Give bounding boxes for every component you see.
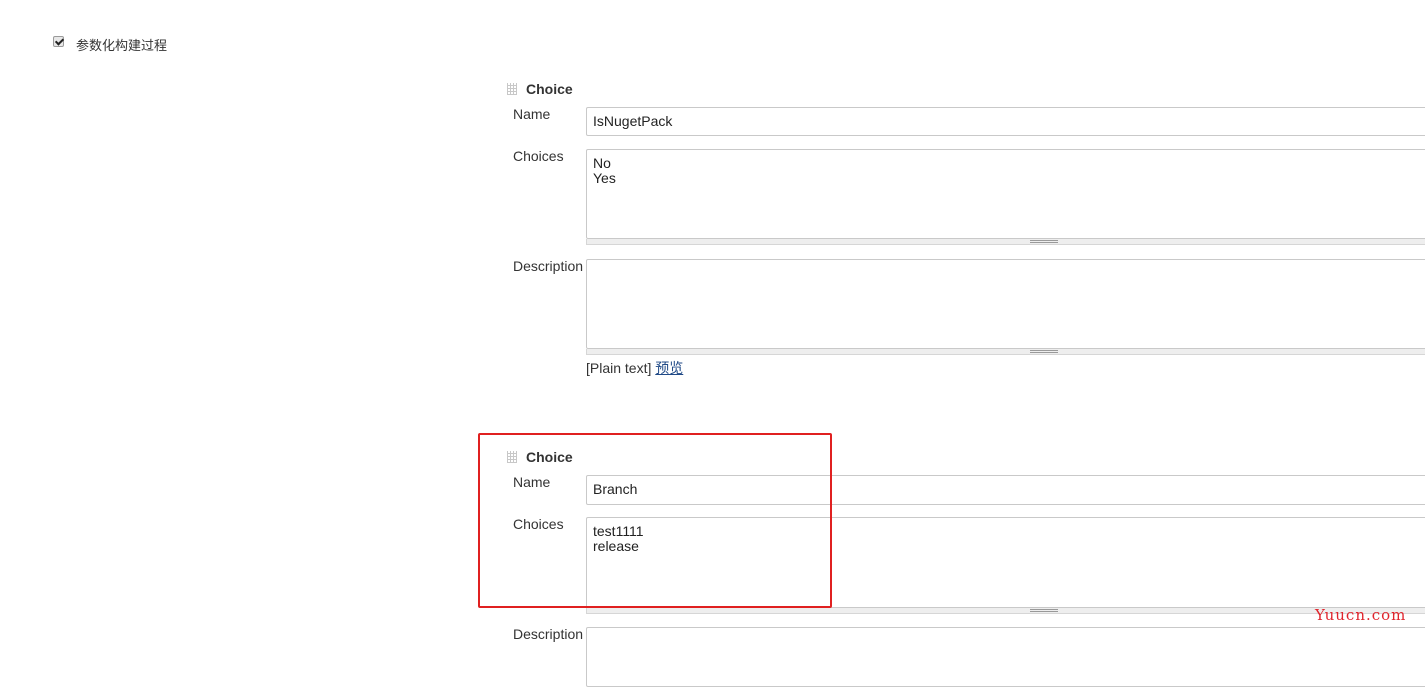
parameterized-build-label: 参数化构建过程 [76,38,168,53]
plain-text-label: [Plain text] [586,360,652,376]
textarea-resize-handle[interactable] [586,239,1425,245]
textarea-resize-handle[interactable] [586,608,1425,614]
description-label: Description [513,258,584,274]
format-hint: [Plain text] 预览 [586,358,683,378]
description-textarea[interactable] [586,627,1425,687]
choice-option: Yes [593,170,616,186]
parameter-type-title: Choice [526,81,573,97]
name-label: Name [513,106,551,122]
drag-handle-icon[interactable] [507,83,517,95]
textarea-resize-handle[interactable] [586,349,1425,355]
parameterized-build-checkbox[interactable] [53,36,64,47]
description-label: Description [513,626,584,642]
highlight-annotation-box [478,433,832,608]
description-textarea[interactable] [586,259,1425,349]
choices-textarea[interactable]: No Yes [586,149,1425,239]
name-input[interactable]: IsNugetPack [586,107,1425,136]
choice-option: No [593,155,611,171]
choices-label: Choices [513,148,564,164]
watermark: Yuucn.com [1315,606,1407,624]
preview-link[interactable]: 预览 [655,360,683,376]
